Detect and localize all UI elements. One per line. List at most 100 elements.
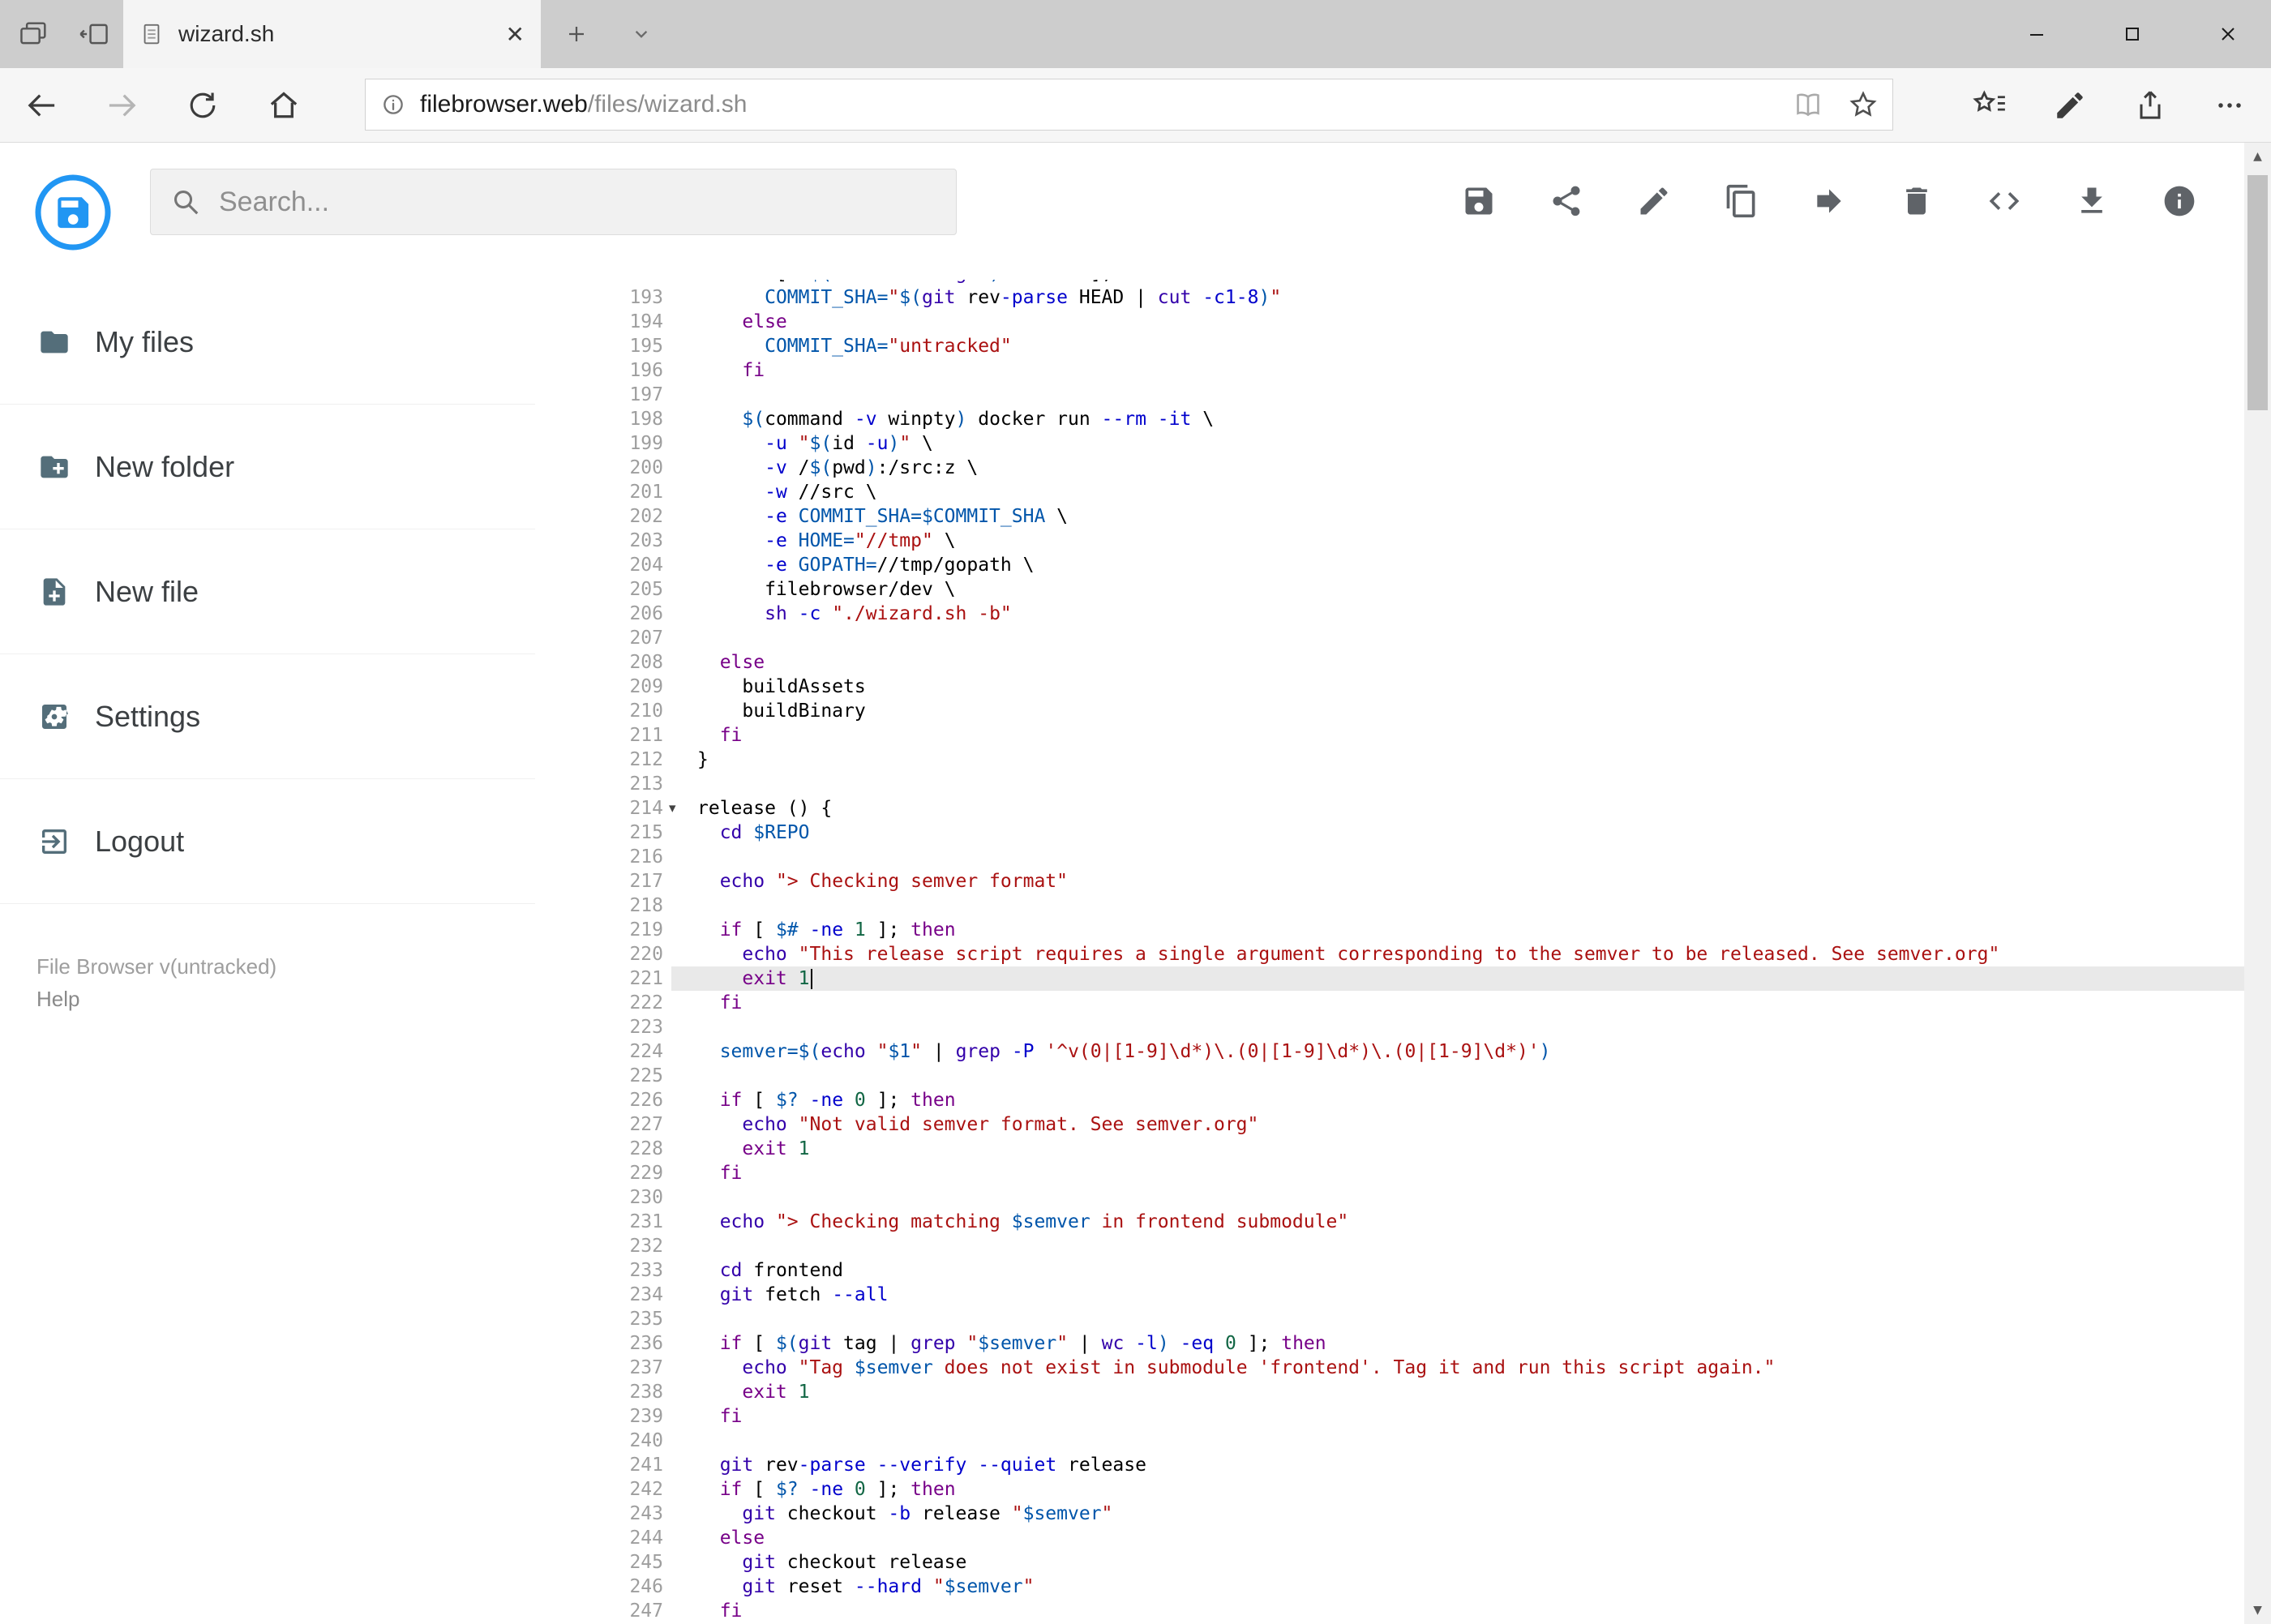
code-line-233[interactable]: 233 cd frontend xyxy=(535,1258,2244,1283)
home-button[interactable] xyxy=(251,73,316,138)
sidebar-item-new-folder[interactable]: New folder xyxy=(0,405,535,529)
code-line-201[interactable]: 201 -w //src \ xyxy=(535,480,2244,504)
code-line-196[interactable]: 196 fi xyxy=(535,358,2244,383)
code-line-202[interactable]: 202 -e COMMIT_SHA=$COMMIT_SHA \ xyxy=(535,504,2244,529)
share-button[interactable] xyxy=(1542,177,1591,225)
code-line-197[interactable]: 197 xyxy=(535,383,2244,407)
back-button[interactable] xyxy=(10,73,75,138)
code-line-234[interactable]: 234 git fetch --all xyxy=(535,1283,2244,1307)
code-line-207[interactable]: 207 xyxy=(535,626,2244,650)
favorite-star-icon[interactable] xyxy=(1848,89,1879,120)
code-line-227[interactable]: 227 echo "Not valid semver format. See s… xyxy=(535,1112,2244,1137)
code-line-193[interactable]: 193 COMMIT_SHA="$(git rev-parse HEAD | c… xyxy=(535,285,2244,310)
minimize-button[interactable] xyxy=(1995,0,2079,68)
tab-close-icon[interactable]: ✕ xyxy=(506,21,525,48)
rename-button[interactable] xyxy=(1630,177,1678,225)
code-line-203[interactable]: 203 -e HOME="//tmp" \ xyxy=(535,529,2244,553)
address-bar[interactable]: filebrowser.web/files/wizard.sh xyxy=(365,79,1893,131)
save-button[interactable] xyxy=(1455,177,1503,225)
scrollbar-thumb[interactable] xyxy=(2247,175,2268,410)
tab-preview-toggle[interactable] xyxy=(613,0,670,68)
filebrowser-logo[interactable] xyxy=(34,174,112,251)
code-line-218[interactable]: 218 xyxy=(535,893,2244,918)
tabs-set-aside-list-button[interactable] xyxy=(6,0,62,68)
scroll-down-arrow[interactable]: ▼ xyxy=(2244,1596,2271,1624)
site-info-icon[interactable] xyxy=(379,91,407,118)
code-line-205[interactable]: 205 filebrowser/dev \ xyxy=(535,577,2244,602)
code-line-242[interactable]: 242 if [ $? -ne 0 ]; then xyxy=(535,1477,2244,1502)
code-line-217[interactable]: 217 echo "> Checking semver format" xyxy=(535,869,2244,893)
download-button[interactable] xyxy=(2067,177,2116,225)
code-line-236[interactable]: 236 if [ $(git tag | grep "$semver" | wc… xyxy=(535,1331,2244,1356)
code-line-208[interactable]: 208 else xyxy=(535,650,2244,675)
info-button[interactable] xyxy=(2155,177,2204,225)
set-tabs-aside-button[interactable] xyxy=(68,0,120,68)
hub-favorites-button[interactable] xyxy=(1958,73,2023,138)
code-line-219[interactable]: 219 if [ $# -ne 1 ]; then xyxy=(535,918,2244,942)
code-line-222[interactable]: 222 fi xyxy=(535,991,2244,1015)
browser-tab[interactable]: wizard.sh ✕ xyxy=(123,0,541,68)
code-line-229[interactable]: 229 fi xyxy=(535,1161,2244,1185)
sidebar-item-my-files[interactable]: My files xyxy=(0,280,535,405)
search-box[interactable] xyxy=(150,169,957,235)
code-line-231[interactable]: 231 echo "> Checking matching $semver in… xyxy=(535,1210,2244,1234)
code-line-216[interactable]: 216 xyxy=(535,845,2244,869)
code-line-239[interactable]: 239 fi xyxy=(535,1404,2244,1429)
move-button[interactable] xyxy=(1805,177,1853,225)
code-line-199[interactable]: 199 -u "$(id -u)" \ xyxy=(535,431,2244,456)
code-line-247[interactable]: 247 fi xyxy=(535,1599,2244,1623)
code-editor[interactable]: 192 if [ "$(command -v git)" != "" ]; th… xyxy=(535,280,2244,1624)
reading-view-icon[interactable] xyxy=(1793,89,1823,120)
code-line-230[interactable]: 230 xyxy=(535,1185,2244,1210)
more-options-button[interactable] xyxy=(2197,73,2262,138)
sidebar-item-logout[interactable]: Logout xyxy=(0,779,535,904)
copy-button[interactable] xyxy=(1717,177,1766,225)
web-notes-button[interactable] xyxy=(2037,73,2102,138)
sidebar-item-settings[interactable]: Settings xyxy=(0,654,535,779)
scroll-up-arrow[interactable]: ▲ xyxy=(2244,143,2271,170)
code-line-225[interactable]: 225 xyxy=(535,1064,2244,1088)
code-line-235[interactable]: 235 xyxy=(535,1307,2244,1331)
new-tab-button[interactable] xyxy=(548,0,605,68)
refresh-button[interactable] xyxy=(170,73,235,138)
code-line-209[interactable]: 209 buildAssets xyxy=(535,675,2244,699)
code-line-213[interactable]: 213 xyxy=(535,772,2244,796)
code-line-221[interactable]: 221 exit 1 xyxy=(535,966,2244,991)
share-page-button[interactable] xyxy=(2118,73,2183,138)
code-line-192[interactable]: 192 if [ "$(command -v git)" != "" ]; th… xyxy=(535,280,2244,285)
code-line-245[interactable]: 245 git checkout release xyxy=(535,1550,2244,1575)
maximize-button[interactable] xyxy=(2090,0,2175,68)
code-line-215[interactable]: 215 cd $REPO xyxy=(535,821,2244,845)
code-line-212[interactable]: 212} xyxy=(535,748,2244,772)
code-line-244[interactable]: 244 else xyxy=(535,1526,2244,1550)
code-line-241[interactable]: 241 git rev-parse --verify --quiet relea… xyxy=(535,1453,2244,1477)
code-line-210[interactable]: 210 buildBinary xyxy=(535,699,2244,723)
search-input[interactable] xyxy=(219,186,936,218)
delete-button[interactable] xyxy=(1892,177,1941,225)
code-line-238[interactable]: 238 exit 1 xyxy=(535,1380,2244,1404)
code-line-198[interactable]: 198 $(command -v winpty) docker run --rm… xyxy=(535,407,2244,431)
code-line-228[interactable]: 228 exit 1 xyxy=(535,1137,2244,1161)
code-line-211[interactable]: 211 fi xyxy=(535,723,2244,748)
code-line-224[interactable]: 224 semver=$(echo "$1" | grep -P '^v(0|[… xyxy=(535,1039,2244,1064)
scrollbar[interactable]: ▲ ▼ xyxy=(2244,143,2271,1624)
code-line-232[interactable]: 232 xyxy=(535,1234,2244,1258)
raw-code-button[interactable] xyxy=(1980,177,2029,225)
fold-arrow-icon[interactable]: ▾ xyxy=(669,796,676,821)
code-line-226[interactable]: 226 if [ $? -ne 0 ]; then xyxy=(535,1088,2244,1112)
close-button[interactable] xyxy=(2186,0,2270,68)
code-line-214[interactable]: 214 ▾ release () { xyxy=(535,796,2244,821)
help-link[interactable]: Help xyxy=(36,987,79,1012)
code-line-195[interactable]: 195 COMMIT_SHA="untracked" xyxy=(535,334,2244,358)
code-line-237[interactable]: 237 echo "Tag $semver does not exist in … xyxy=(535,1356,2244,1380)
code-line-200[interactable]: 200 -v /$(pwd):/src:z \ xyxy=(535,456,2244,480)
sidebar-item-new-file[interactable]: New file xyxy=(0,529,535,654)
code-line-246[interactable]: 246 git reset --hard "$semver" xyxy=(535,1575,2244,1599)
code-line-220[interactable]: 220 echo "This release script requires a… xyxy=(535,942,2244,966)
code-line-204[interactable]: 204 -e GOPATH=//tmp/gopath \ xyxy=(535,553,2244,577)
code-line-194[interactable]: 194 else xyxy=(535,310,2244,334)
code-line-206[interactable]: 206 sh -c "./wizard.sh -b" xyxy=(535,602,2244,626)
code-line-223[interactable]: 223 xyxy=(535,1015,2244,1039)
code-line-243[interactable]: 243 git checkout -b release "$semver" xyxy=(535,1502,2244,1526)
code-line-240[interactable]: 240 xyxy=(535,1429,2244,1453)
